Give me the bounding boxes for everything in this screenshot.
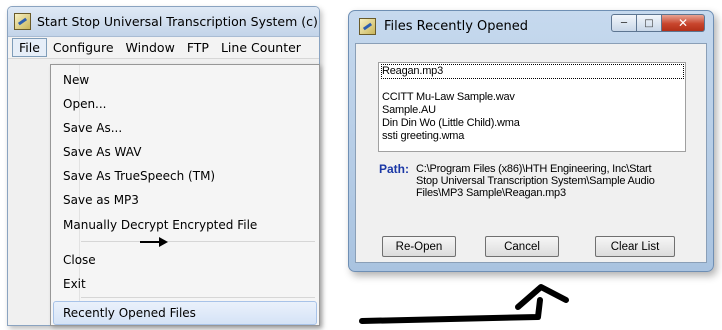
large-curved-arrow-icon bbox=[359, 284, 569, 324]
annotation-arrows bbox=[140, 237, 569, 324]
small-pointer-arrow-icon bbox=[140, 237, 168, 247]
